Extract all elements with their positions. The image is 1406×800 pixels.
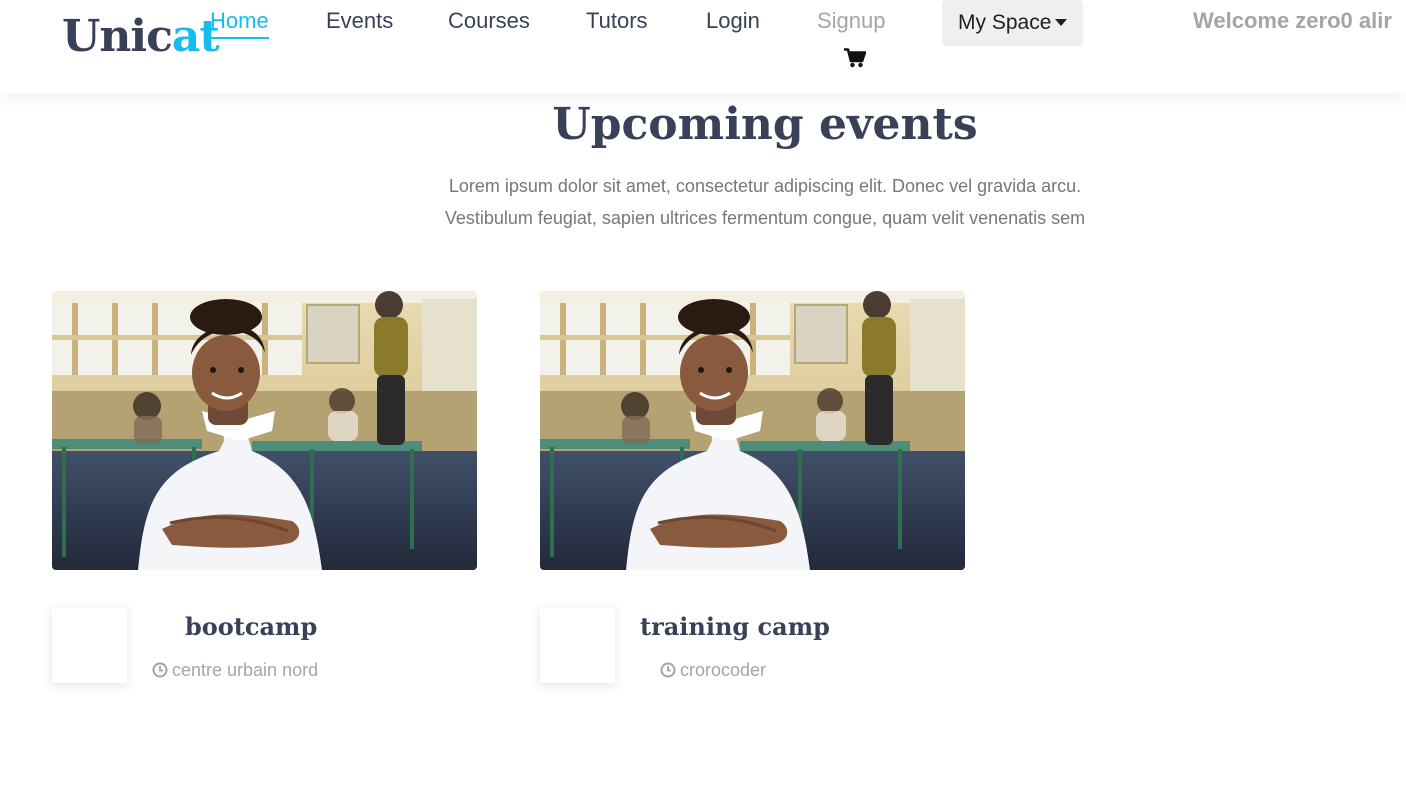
nav-courses[interactable]: Courses (448, 7, 530, 35)
nav-tutors[interactable]: Tutors (586, 7, 648, 35)
site-header: Unicat Home Events Courses Tutors Login … (0, 0, 1406, 93)
my-space-dropdown[interactable]: My Space (942, 0, 1083, 46)
event-date-box (52, 608, 127, 683)
clock-icon (152, 661, 168, 678)
nav-signup[interactable]: Signup (817, 7, 886, 35)
site-logo[interactable]: Unicat (62, 11, 220, 62)
event-title[interactable]: bootcamp (185, 612, 317, 642)
nav-login[interactable]: Login (706, 7, 760, 35)
event-location: crorocoder (660, 659, 766, 681)
event-location-text: centre urbain nord (172, 660, 319, 680)
my-space-label: My Space (958, 11, 1052, 34)
event-location-text: crorocoder (680, 660, 767, 680)
event-title[interactable]: training camp (640, 612, 830, 642)
event-location: centre urbain nord (152, 659, 318, 681)
shopping-cart-icon[interactable] (844, 48, 867, 68)
welcome-text: Welcome zero0 alir (1193, 8, 1392, 33)
clock-icon (660, 661, 676, 678)
event-image[interactable] (540, 291, 965, 570)
event-card: bootcamp centre urbain nord (52, 291, 477, 691)
nav-home[interactable]: Home (210, 7, 269, 39)
logo-part-1: Unic (62, 11, 173, 62)
section-title: Upcoming events (552, 99, 978, 150)
event-image[interactable] (52, 291, 477, 570)
nav-events[interactable]: Events (326, 7, 393, 35)
event-card: training camp crorocoder (540, 291, 965, 691)
section-description: Lorem ipsum dolor sit amet, consectetur … (444, 176, 1086, 228)
event-date-box (540, 608, 615, 683)
caret-down-icon (1055, 19, 1067, 26)
